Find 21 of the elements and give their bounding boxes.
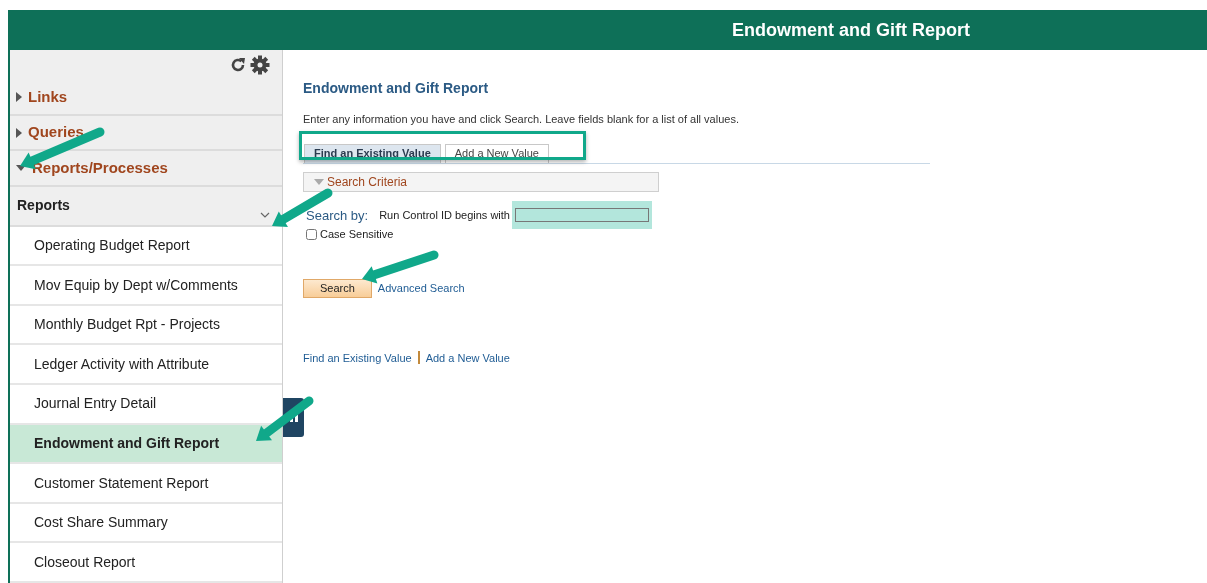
refresh-icon[interactable]: [230, 57, 246, 74]
page-title: Endowment and Gift Report: [303, 79, 490, 98]
search-by-label: Search by:: [306, 206, 369, 225]
header-title: Endowment and Gift Report: [732, 18, 970, 42]
arrow-annotation: [256, 396, 314, 441]
sidebar-section[interactable]: Links: [10, 80, 282, 116]
sidebar-section[interactable]: Queries: [10, 115, 282, 152]
report-item[interactable]: Endowment and Gift Report: [10, 424, 282, 465]
field-label: Run Control ID: [379, 208, 452, 223]
run-control-id-field[interactable]: [514, 208, 649, 223]
instructions: Enter any information you have and click Search. Leave fields blank for a list of all values.: [303, 112, 740, 127]
operator-label: begins with: [454, 208, 510, 223]
footer-link[interactable]: Add a New Value: [425, 349, 510, 366]
search-button[interactable]: Search: [303, 278, 372, 298]
pause-icon: [289, 413, 298, 422]
footer-link[interactable]: Find an Existing Value: [303, 349, 412, 366]
advanced-search-link[interactable]: Advanced Search: [377, 279, 465, 297]
search-criteria-bar[interactable]: Search Criteria: [303, 171, 659, 192]
settings-icon[interactable]: [250, 55, 270, 76]
case-sensitive-checkbox[interactable]: [306, 228, 317, 240]
checkbox-label: Case Sensitive: [320, 227, 394, 242]
